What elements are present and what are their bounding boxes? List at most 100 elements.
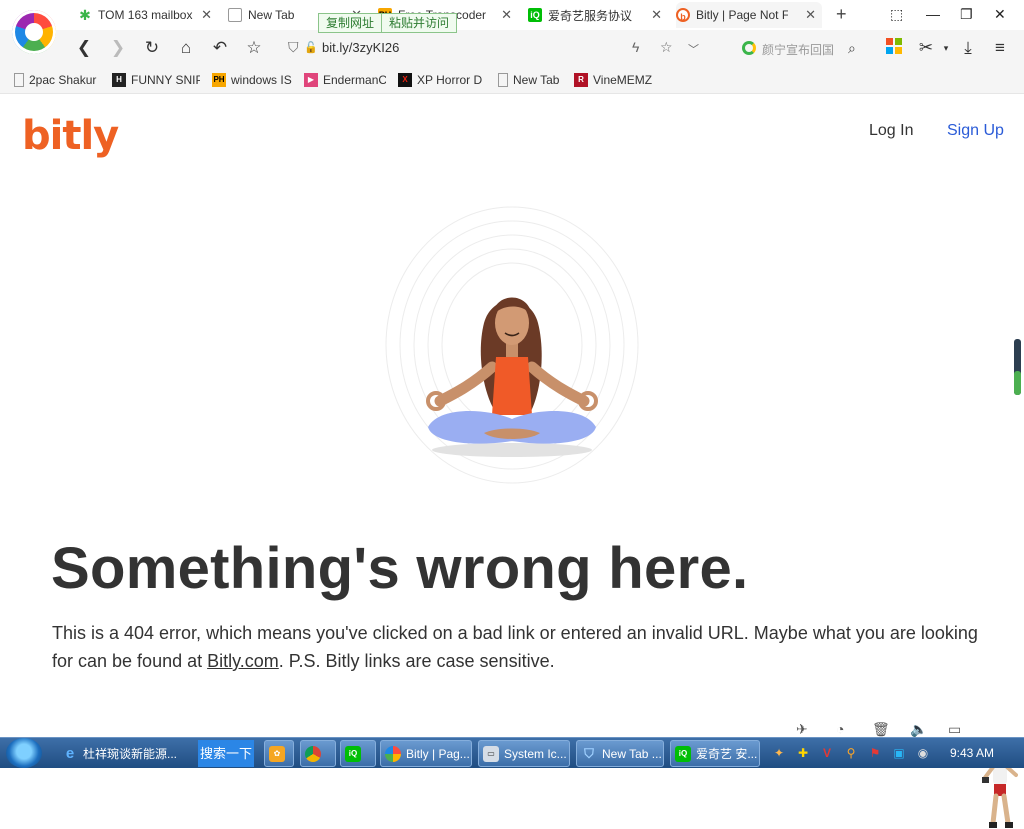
window-close-icon[interactable]: ✕ <box>994 6 1006 23</box>
ytb-icon: ▶ <box>304 73 318 87</box>
new-tab-plus-icon[interactable]: + <box>836 4 847 25</box>
shield-icon[interactable]: ⛉ <box>288 39 299 56</box>
close-icon[interactable]: ✕ <box>651 7 662 23</box>
bitly-icon: b <box>676 8 690 22</box>
ph-icon: PH <box>212 73 226 87</box>
bookmark-star-icon[interactable]: ☆ <box>244 38 264 58</box>
tray-colorful-icon[interactable]: ✦ <box>772 746 786 760</box>
bookmark-item[interactable]: R VineMEMZ <box>574 72 660 88</box>
close-icon[interactable]: ✕ <box>201 7 212 23</box>
taskbar-pinned-app[interactable]: ✿ <box>264 740 294 767</box>
restore-icon[interactable]: ❐ <box>960 6 973 23</box>
copy-url-button[interactable]: 复制网址 <box>319 14 383 32</box>
back-icon[interactable]: ❮ <box>74 38 94 58</box>
bookmark-item[interactable]: PH windows IS <box>212 72 294 88</box>
window-icon[interactable]: ▭ <box>948 721 961 738</box>
error-headline: Something's wrong here. <box>51 536 749 601</box>
taskbar-item-label: 爱奇艺 安... <box>696 747 758 761</box>
r-icon: R <box>574 73 588 87</box>
chevron-down-icon[interactable]: ﹀ <box>688 41 699 57</box>
bookmark-item[interactable]: H FUNNY SNIP <box>112 72 200 88</box>
iqiyi-icon: iQ <box>345 745 361 762</box>
windows-taskbar: e 杜祥琬谈新能源... 搜索一下 ✿ iQ Bitly | Pag... ▭ … <box>0 737 1024 768</box>
pin-window-icon[interactable]: ⬚ <box>890 6 903 23</box>
taskbar-item-bitly[interactable]: Bitly | Pag... <box>380 740 472 767</box>
taskbar-pinned-iqiyi[interactable]: iQ <box>340 740 376 767</box>
tab-iqiyi[interactable]: iQ 爱奇艺服务协议 ✕ <box>528 2 668 28</box>
bookmark-label: VineMEMZ <box>593 73 653 87</box>
search-icon[interactable]: ⌕ <box>848 40 856 57</box>
tray-game-icon[interactable]: ✚ <box>796 746 810 760</box>
search-box[interactable]: 颜宁宣布回国 ⌕ <box>736 35 870 61</box>
bookmarks-bar: 2pac Shakur H FUNNY SNIP PH windows IS ▶… <box>0 66 1024 94</box>
close-icon[interactable]: ✕ <box>501 7 512 23</box>
bookmark-label: EndermanC <box>323 73 386 87</box>
home-icon[interactable]: ⌂ <box>176 38 196 58</box>
speed-icon[interactable]: ◔ <box>836 721 844 737</box>
dropdown-arrow-icon[interactable]: ▾ <box>936 38 956 58</box>
clover-icon: ✱ <box>79 7 91 23</box>
trash-icon[interactable]: 🗑 <box>872 721 890 738</box>
bookmark-label: FUNNY SNIP <box>131 73 200 87</box>
close-icon[interactable]: ✕ <box>805 7 816 23</box>
taskbar-item-iqiyi[interactable]: iQ 爱奇艺 安... <box>670 740 760 767</box>
taskbar-item-new-tab[interactable]: ⛉ New Tab ... <box>576 740 664 767</box>
tray-flag-icon[interactable]: ⚑ <box>868 746 882 760</box>
rocket-icon[interactable]: ✈ <box>796 721 808 738</box>
h-icon: H <box>112 73 126 87</box>
scrollbar-indicator <box>1014 371 1021 395</box>
bookmark-label: New Tab <box>513 73 560 87</box>
apps-grid-icon[interactable] <box>884 38 904 58</box>
taskbar-item-label: Bitly | Pag... <box>406 746 470 761</box>
tray-monitor-icon[interactable]: ▣ <box>892 746 906 760</box>
taskbar-pinned-chrome[interactable] <box>300 740 336 767</box>
tray-v-icon[interactable]: V <box>820 746 834 760</box>
reload-icon[interactable]: ↻ <box>142 38 162 58</box>
download-icon[interactable]: ⤓ <box>958 38 978 58</box>
tab-bitly-active[interactable]: b Bitly | Page Not Fo ✕ <box>676 2 822 28</box>
page-content: bitly Log In Sign Up Something's wrong h… <box>0 95 1024 828</box>
taskbar-item-label: New Tab ... <box>602 746 662 761</box>
bookmark-item[interactable]: 2pac Shakur <box>14 72 98 88</box>
taskbar-item-ie[interactable]: e 杜祥琬谈新能源... <box>58 740 196 767</box>
bookmark-label: windows IS <box>231 73 292 87</box>
error-description-note: . P.S. Bitly links are case sensitive. <box>278 651 555 671</box>
address-bar[interactable]: ⛉ 🔓 bit.ly/3zyKI26 ϟ ☆ ﹀ <box>280 35 720 61</box>
iqiyi-icon: iQ <box>675 745 691 762</box>
bookmark-item[interactable]: ▶ EndermanC <box>304 72 386 88</box>
search-input[interactable]: 颜宁宣布回国 <box>762 41 848 58</box>
tab-tom-mailbox[interactable]: ✱ TOM 163 mailbox ✕ <box>78 2 218 28</box>
url-text[interactable]: bit.ly/3zyKI26 <box>322 40 399 55</box>
undo-close-icon[interactable]: ↶ <box>210 38 230 58</box>
forward-icon[interactable]: ❯ <box>108 38 128 58</box>
system-icon: ▭ <box>483 745 499 762</box>
bookmark-label: 2pac Shakur <box>29 73 97 87</box>
bookmark-item[interactable]: X XP Horror D <box>398 72 482 88</box>
tab-title: TOM 163 mailbox <box>98 8 193 22</box>
insecure-lock-icon[interactable]: 🔓 <box>304 41 318 54</box>
search-engine-icon <box>742 41 756 55</box>
tab-title: 爱奇艺服务协议 <box>548 8 633 23</box>
scissors-icon[interactable]: ✂ <box>916 38 936 58</box>
tray-volume-icon[interactable]: ◉ <box>916 746 930 760</box>
taskbar-search-button[interactable]: 搜索一下 <box>198 740 254 767</box>
bookmark-label: XP Horror D <box>417 73 482 87</box>
start-button[interactable] <box>6 738 42 768</box>
signup-link[interactable]: Sign Up <box>947 122 1004 140</box>
minimize-icon[interactable]: — <box>926 6 940 22</box>
taskbar-clock[interactable]: 9:43 AM <box>950 746 994 760</box>
paste-and-visit-button[interactable]: 粘贴并访问 <box>382 14 456 32</box>
speaker-icon[interactable]: 🔈 <box>910 721 927 738</box>
shield-icon: ⛉ <box>584 745 594 761</box>
bookmark-item[interactable]: New Tab <box>498 72 568 88</box>
app-icon: ✿ <box>269 745 285 762</box>
menu-icon[interactable]: ≡ <box>990 38 1010 58</box>
browser-logo-icon[interactable] <box>12 10 56 54</box>
taskbar-item-system-icons[interactable]: ▭ System Ic... <box>478 740 570 767</box>
login-link[interactable]: Log In <box>869 122 913 140</box>
bitly-logo[interactable]: bitly <box>22 113 119 159</box>
favorite-star-icon[interactable]: ☆ <box>660 39 673 56</box>
bitly-com-link[interactable]: Bitly.com <box>207 651 279 671</box>
lightning-icon[interactable]: ϟ <box>632 39 639 55</box>
tray-search-icon[interactable]: ⚲ <box>844 746 858 760</box>
